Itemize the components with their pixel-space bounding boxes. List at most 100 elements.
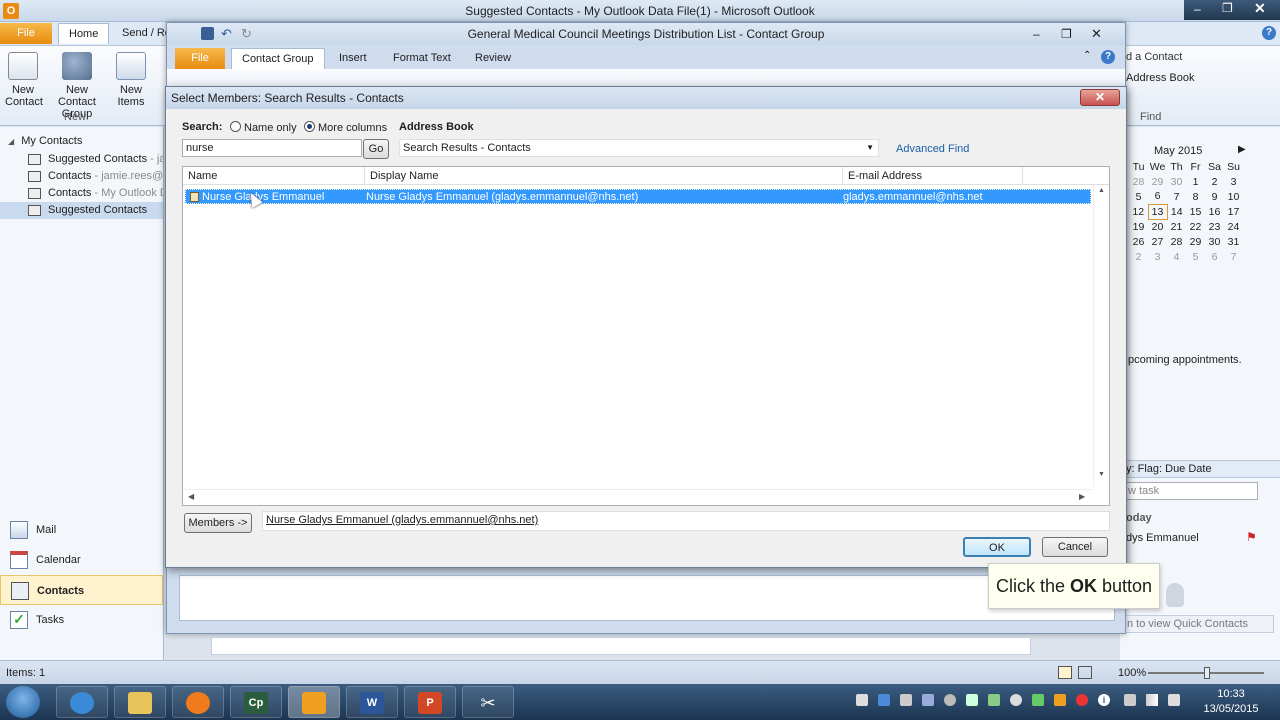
vertical-scrollbar[interactable]: ▲ ▼ xyxy=(1093,185,1109,487)
radio-name-only-button[interactable] xyxy=(230,121,241,132)
calendar-day[interactable]: 9 xyxy=(1205,189,1224,204)
calendar-day[interactable]: 10 xyxy=(1224,189,1243,204)
column-header-display-name[interactable]: Display Name xyxy=(365,167,843,185)
volume-icon[interactable] xyxy=(1168,694,1180,706)
calendar-day[interactable]: 5 xyxy=(1129,189,1148,204)
tray-icon[interactable] xyxy=(988,694,1000,706)
calendar-day[interactable]: 19 xyxy=(1129,219,1148,234)
search-input[interactable]: nurse xyxy=(182,139,362,157)
calendar-day[interactable]: 4 xyxy=(1167,249,1186,264)
calendar-day[interactable]: 30 xyxy=(1167,174,1186,189)
next-month-icon[interactable]: ▶ xyxy=(1238,144,1246,155)
radio-more-columns[interactable]: More columns xyxy=(304,121,387,134)
zoom-slider-thumb[interactable] xyxy=(1204,667,1210,679)
calendar-day[interactable]: 7 xyxy=(1167,189,1186,204)
scroll-right-icon[interactable]: ▶ xyxy=(1079,492,1085,501)
flag-icon[interactable]: ⚑ xyxy=(1246,530,1257,544)
calendar-day[interactable]: 22 xyxy=(1186,219,1205,234)
calendar-day[interactable]: 23 xyxy=(1205,219,1224,234)
cancel-button[interactable]: Cancel xyxy=(1042,537,1108,557)
start-button[interactable] xyxy=(6,686,40,718)
tray-icon[interactable] xyxy=(1010,694,1022,706)
scroll-up-icon[interactable]: ▲ xyxy=(1098,187,1105,194)
help-icon[interactable]: ? xyxy=(1262,26,1276,40)
calendar-day[interactable]: 29 xyxy=(1148,174,1167,189)
calendar-day[interactable]: 1 xyxy=(1186,174,1205,189)
cg-restore-icon[interactable]: ❐ xyxy=(1061,23,1072,45)
column-header-name[interactable]: Name xyxy=(183,167,365,185)
new-items-button[interactable]: New Items xyxy=(110,52,152,108)
tray-icon[interactable] xyxy=(1032,694,1044,706)
clock[interactable]: 10:33 13/05/2015 xyxy=(1196,687,1266,717)
nav-module-calendar[interactable]: Calendar xyxy=(0,545,163,575)
taskbar-snipping-tool[interactable]: ✂ xyxy=(462,686,514,718)
find-contact-field[interactable]: d a Contact xyxy=(1126,51,1182,63)
calendar-day[interactable]: 28 xyxy=(1129,174,1148,189)
taskbar-outlook[interactable] xyxy=(288,686,340,718)
action-center-icon[interactable] xyxy=(1124,694,1136,706)
new-task-input[interactable]: w task xyxy=(1124,482,1258,500)
zoom-level[interactable]: 100% xyxy=(1118,667,1146,679)
calendar-day[interactable]: 13 xyxy=(1147,203,1168,220)
undo-icon[interactable]: ↶ xyxy=(221,23,232,45)
dropdown-arrow-icon[interactable]: ▼ xyxy=(866,140,874,156)
taskbar-media-player[interactable] xyxy=(172,686,224,718)
results-list[interactable]: Name Display Name E-mail Address Nurse G… xyxy=(182,166,1110,506)
calendar-day[interactable]: 31 xyxy=(1224,234,1243,249)
column-header-email[interactable]: E-mail Address xyxy=(843,167,1023,185)
taskbar-internet-explorer[interactable] xyxy=(56,686,108,718)
tray-icon[interactable] xyxy=(1076,694,1088,706)
close-icon[interactable]: ✕ xyxy=(1254,0,1266,17)
cg-tab-contact-group[interactable]: Contact Group xyxy=(231,48,325,69)
taskbar-captivate[interactable]: Cp xyxy=(230,686,282,718)
ribbon-collapse-icon[interactable]: ⌃ xyxy=(1083,50,1091,61)
calendar-day[interactable]: 6 xyxy=(1205,249,1224,264)
tray-icon[interactable] xyxy=(900,694,912,706)
taskbar-word[interactable]: W xyxy=(346,686,398,718)
taskbar-explorer[interactable] xyxy=(114,686,166,718)
calendar-day[interactable]: 12 xyxy=(1129,204,1148,219)
network-icon[interactable] xyxy=(1146,694,1158,706)
table-row[interactable]: Nurse Gladys Emmanuel Nurse Gladys Emman… xyxy=(185,189,1091,204)
address-book-dropdown[interactable]: Search Results - Contacts ▼ xyxy=(399,139,879,157)
calendar-day[interactable]: 24 xyxy=(1224,219,1243,234)
calendar-day[interactable]: 16 xyxy=(1205,204,1224,219)
my-contacts-header[interactable]: ◢ My Contacts xyxy=(0,131,163,151)
calendar-day[interactable]: 6 xyxy=(1148,189,1167,204)
calendar-day[interactable]: 20 xyxy=(1148,219,1167,234)
calendar-day[interactable]: 3 xyxy=(1148,249,1167,264)
calendar-day[interactable]: 27 xyxy=(1148,234,1167,249)
reading-view-icon[interactable] xyxy=(1078,666,1092,679)
scroll-left-icon[interactable]: ◀ xyxy=(188,492,194,501)
cg-tab-review[interactable]: Review xyxy=(465,48,521,69)
tray-icon[interactable] xyxy=(922,694,934,706)
dialog-close-button[interactable]: ✕ xyxy=(1080,89,1120,106)
go-button[interactable]: Go xyxy=(363,139,389,159)
tray-icon[interactable] xyxy=(944,694,956,706)
zoom-slider[interactable] xyxy=(1148,667,1264,679)
calendar-day[interactable]: 3 xyxy=(1224,174,1243,189)
restore-icon[interactable]: ❐ xyxy=(1222,1,1233,15)
taskbar-powerpoint[interactable]: P xyxy=(404,686,456,718)
nav-module-tasks[interactable]: ✓ Tasks xyxy=(0,605,163,635)
calendar-day[interactable]: 30 xyxy=(1205,234,1224,249)
calendar-day[interactable]: 29 xyxy=(1186,234,1205,249)
members-input[interactable]: Nurse Gladys Emmanuel (gladys.emmannuel@… xyxy=(262,511,1110,531)
tab-file[interactable]: File xyxy=(0,23,52,44)
nav-module-mail[interactable]: Mail xyxy=(0,515,163,545)
calendar-day[interactable]: 2 xyxy=(1129,249,1148,264)
minimize-icon[interactable]: – xyxy=(1194,2,1201,16)
new-contact-group-button[interactable]: New Contact Group xyxy=(46,52,108,120)
nav-folder-suggested-contacts-1[interactable]: Suggested Contacts - ja xyxy=(0,151,163,168)
calendar-day[interactable]: 15 xyxy=(1186,204,1205,219)
quick-contacts-field[interactable]: n to view Quick Contacts xyxy=(1124,615,1274,633)
tray-icon[interactable] xyxy=(966,694,978,706)
nav-folder-contacts-1[interactable]: Contacts - jamie.rees@n xyxy=(0,168,163,185)
calendar-day[interactable]: 8 xyxy=(1186,189,1205,204)
bluetooth-icon[interactable] xyxy=(878,694,890,706)
tray-icon[interactable] xyxy=(856,694,868,706)
calendar-day[interactable]: 21 xyxy=(1167,219,1186,234)
cg-close-icon[interactable]: ✕ xyxy=(1091,23,1102,45)
calendar-day[interactable]: 7 xyxy=(1224,249,1243,264)
nav-folder-contacts-2[interactable]: Contacts - My Outlook D xyxy=(0,185,163,202)
